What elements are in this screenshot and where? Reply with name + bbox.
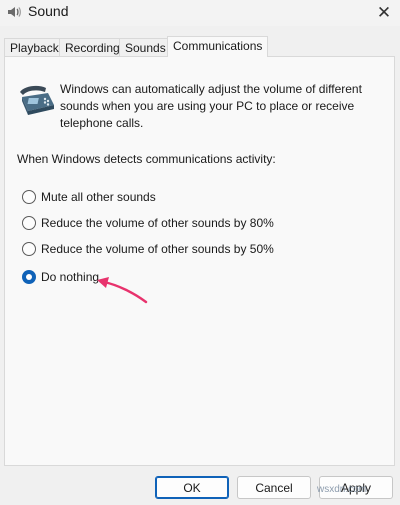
option-label: Mute all other sounds — [41, 190, 156, 204]
radio-button[interactable] — [22, 216, 36, 230]
option-mute-all[interactable]: Mute all other sounds — [22, 188, 156, 206]
annotation-arrow-icon — [97, 277, 148, 304]
option-label: Do nothing — [41, 270, 100, 284]
tab-recording[interactable]: Recording — [59, 38, 126, 56]
option-reduce-80[interactable]: Reduce the volume of other sounds by 80% — [22, 214, 274, 232]
tab-communications[interactable]: Communications — [167, 36, 269, 57]
option-reduce-50[interactable]: Reduce the volume of other sounds by 50% — [22, 240, 274, 258]
radio-button-selected[interactable] — [22, 270, 36, 284]
dialog-footer: OK Cancel Apply wsxdn.com — [0, 466, 400, 505]
title-bar: Sound ✕ — [0, 0, 400, 26]
tab-sounds[interactable]: Sounds — [119, 38, 172, 56]
tab-playback[interactable]: Playback — [4, 38, 65, 56]
option-do-nothing[interactable]: Do nothing — [22, 268, 99, 286]
radio-button[interactable] — [22, 190, 36, 204]
communications-panel: Windows can automatically adjust the vol… — [4, 56, 395, 466]
telephone-icon — [20, 85, 54, 115]
option-label: Reduce the volume of other sounds by 50% — [41, 242, 274, 256]
speaker-icon — [8, 7, 21, 17]
window-title: Sound — [28, 3, 69, 19]
watermark: wsxdn.com — [317, 484, 368, 495]
detect-activity-label: When Windows detects communications acti… — [17, 152, 276, 166]
radio-button[interactable] — [22, 242, 36, 256]
ok-button[interactable]: OK — [155, 476, 229, 499]
close-button[interactable]: ✕ — [368, 0, 400, 26]
cancel-button[interactable]: Cancel — [237, 476, 311, 499]
communications-description: Windows can automatically adjust the vol… — [60, 82, 362, 130]
option-label: Reduce the volume of other sounds by 80% — [41, 216, 274, 230]
close-icon: ✕ — [376, 3, 392, 22]
